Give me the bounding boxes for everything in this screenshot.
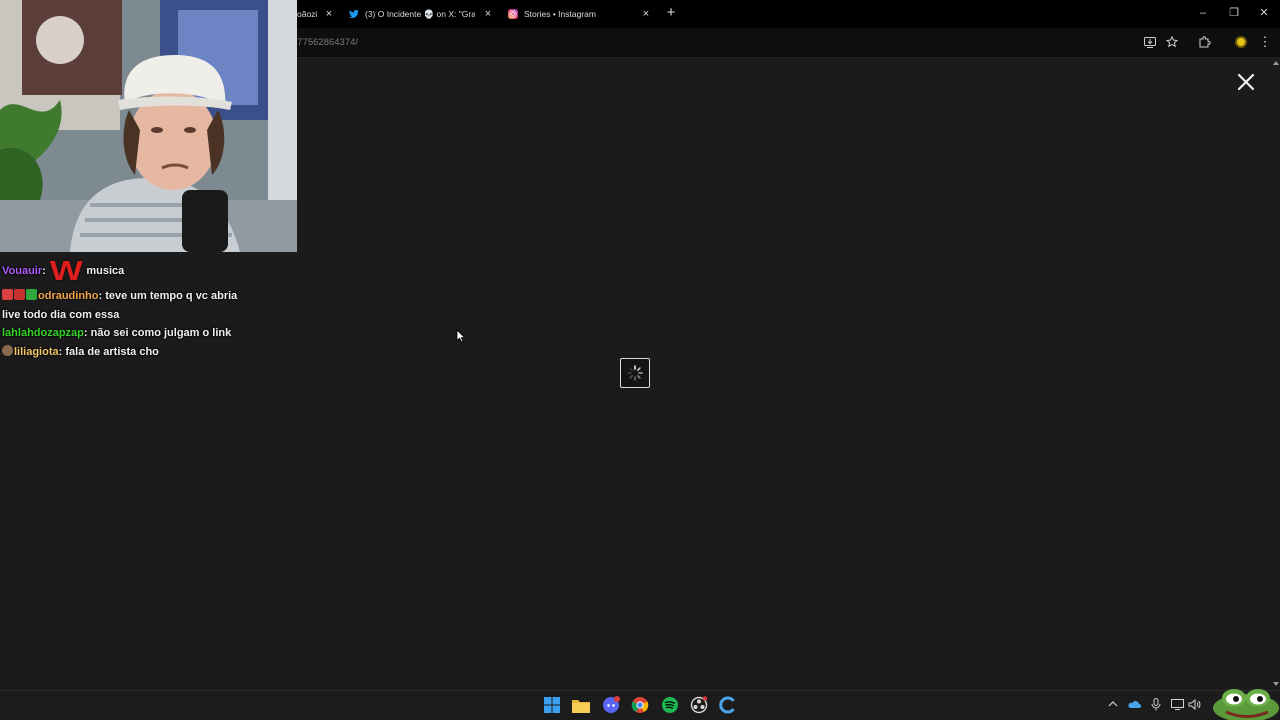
instagram-icon xyxy=(508,9,518,19)
badge-sub-icon xyxy=(26,289,37,300)
bookmark-star-icon[interactable] xyxy=(1165,35,1179,49)
chat-text: musica xyxy=(86,265,125,277)
chat-username: liliagiota xyxy=(14,345,59,358)
minimize-icon[interactable]: – xyxy=(1196,6,1210,20)
chat-message: odraudinho: teve um tempo q vc abria liv… xyxy=(2,287,242,324)
chat-message: lahlahdozapzap: não sei como julgam o li… xyxy=(2,324,242,343)
network-icon[interactable] xyxy=(1170,697,1184,711)
onedrive-icon[interactable] xyxy=(1127,697,1141,711)
screen: oãozi × (3) O Incidente 💀 on X: "Graç × … xyxy=(0,0,1280,720)
chat-username: Vouauir xyxy=(2,265,43,277)
spinner-icon xyxy=(627,365,643,381)
close-viewer-icon[interactable] xyxy=(1236,72,1256,92)
obs-icon[interactable] xyxy=(689,695,709,715)
microphone-icon[interactable] xyxy=(1149,697,1163,711)
chrome-icon[interactable] xyxy=(630,695,650,715)
tab-3-close-icon[interactable]: × xyxy=(640,8,652,20)
tab-3[interactable]: Stories • Instagram xyxy=(508,0,638,28)
twitter-bird-icon xyxy=(349,9,359,19)
chat-separator: : xyxy=(83,327,88,339)
new-tab-button[interactable]: + xyxy=(664,5,678,20)
page-scrollbar[interactable] xyxy=(1270,58,1280,690)
install-app-icon[interactable] xyxy=(1143,35,1157,49)
file-explorer-icon[interactable] xyxy=(571,695,591,715)
tab-1-close-icon[interactable]: × xyxy=(323,8,335,20)
chat-username: lahlahdozapzap xyxy=(2,327,84,339)
address-bar-url[interactable]: 977562864374/ xyxy=(292,37,358,48)
chat-separator: : xyxy=(58,345,63,358)
loading-spinner xyxy=(620,358,650,388)
spotify-icon[interactable] xyxy=(660,695,680,715)
chat-text: fala de artista cho xyxy=(65,345,159,358)
mouse-cursor-icon xyxy=(456,329,466,343)
tab-1-title: oãozi xyxy=(297,9,318,19)
badge-og-icon xyxy=(14,289,25,300)
badge-rocket-icon xyxy=(2,289,13,300)
badge-avatar-icon xyxy=(2,344,13,356)
w-emote-icon: W xyxy=(49,255,83,286)
chat-separator: : xyxy=(98,290,103,302)
extensions-puzzle-icon[interactable] xyxy=(1198,35,1212,49)
chat-separator: : xyxy=(42,265,46,277)
chat-text: não sei como julgam o link xyxy=(90,327,232,339)
webcam-overlay xyxy=(0,0,297,252)
chat-message: Vouauir: W musica xyxy=(2,255,242,286)
windows-start-icon[interactable] xyxy=(542,695,562,715)
tab-2-title: (3) O Incidente 💀 on X: "Graç xyxy=(365,8,475,19)
chat-message: liliagiota: fala de artista cho xyxy=(2,343,242,362)
profile-avatar-icon[interactable] xyxy=(1234,35,1248,49)
window-close-icon[interactable]: ✕ xyxy=(1257,6,1271,20)
scroll-up-arrow-icon[interactable] xyxy=(1273,61,1279,65)
stream-chat: Vouauir: W musica odraudinho: teve um te… xyxy=(2,255,242,362)
tab-3-title: Stories • Instagram xyxy=(524,9,596,19)
browser-menu-icon[interactable]: ⋮ xyxy=(1258,35,1272,49)
restore-icon[interactable]: ❐ xyxy=(1227,6,1241,20)
tab-2[interactable]: (3) O Incidente 💀 on X: "Graç xyxy=(349,0,475,28)
chevron-up-icon[interactable] xyxy=(1106,697,1120,711)
tab-2-close-icon[interactable]: × xyxy=(482,8,494,20)
streamer-webcam-image xyxy=(0,0,297,252)
volume-icon[interactable] xyxy=(1187,697,1201,711)
ccleaner-icon[interactable] xyxy=(718,695,738,715)
discord-icon[interactable] xyxy=(601,695,621,715)
pepe-frog-emote-icon xyxy=(1213,689,1279,720)
chat-username: odraudinho xyxy=(38,290,99,302)
